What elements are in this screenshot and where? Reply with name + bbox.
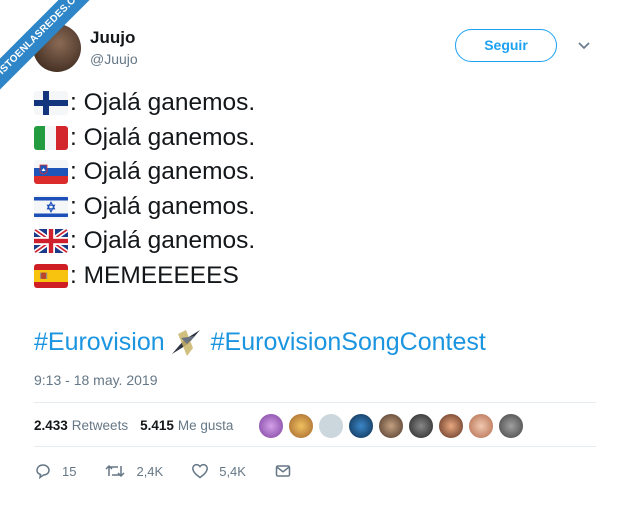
user-name[interactable]: Juujo	[90, 28, 135, 48]
message-button[interactable]	[274, 462, 302, 480]
heart-icon	[192, 463, 209, 479]
spain-flag-icon	[34, 263, 68, 288]
tweet-line-text: : Ojalá ganemos.	[70, 158, 256, 186]
tweet-line: : Ojalá ganemos.	[34, 86, 255, 121]
tweet-line: : Ojalá ganemos.	[34, 190, 255, 225]
follow-button[interactable]: Seguir	[455, 29, 557, 62]
liker-avatar[interactable]	[438, 413, 464, 439]
israel-flag-icon	[34, 194, 68, 219]
finland-flag-icon	[34, 91, 68, 116]
italy-flag-icon	[34, 125, 68, 150]
tweet-line-text: : Ojalá ganemos.	[70, 123, 256, 151]
tweet-line: : MEMEEEEES	[34, 259, 255, 294]
like-count: 5,4K	[219, 463, 246, 479]
tweet-line: : Ojalá ganemos.	[34, 121, 255, 156]
retweet-button[interactable]: 2,4K	[104, 462, 163, 480]
likes-label[interactable]: Me gusta	[178, 418, 234, 433]
chevron-down-icon[interactable]	[577, 38, 591, 52]
engagement-stats: 2.433 Retweets 5.415 Me gusta	[34, 418, 233, 433]
divider	[34, 402, 596, 403]
hashtags-row: #Eurovision #EurovisionSongContest	[34, 326, 486, 358]
united-kingdom-flag-icon	[34, 229, 68, 254]
retweets-label[interactable]: Retweets	[72, 418, 128, 433]
tweet-line: : Ojalá ganemos.	[34, 224, 255, 259]
action-bar: 15 2,4K 5,4K	[34, 462, 330, 480]
reply-icon	[36, 464, 50, 480]
retweet-icon	[105, 464, 125, 478]
liker-avatar[interactable]	[498, 413, 524, 439]
liker-avatar[interactable]	[318, 413, 344, 439]
tweet-line-text: : Ojalá ganemos.	[70, 192, 256, 220]
likes-count[interactable]: 5.415	[140, 418, 174, 433]
eurovision-heart-icon	[171, 330, 200, 356]
liker-avatar[interactable]	[348, 413, 374, 439]
liker-avatar[interactable]	[378, 413, 404, 439]
reply-count: 15	[62, 463, 77, 479]
tweet-line-text: : MEMEEEEES	[70, 261, 239, 289]
tweet-line: : Ojalá ganemos.	[34, 155, 255, 190]
envelope-icon	[275, 465, 291, 477]
liker-avatar[interactable]	[408, 413, 434, 439]
hashtag-eurovision[interactable]: #Eurovision	[34, 328, 165, 357]
retweets-count[interactable]: 2.433	[34, 418, 68, 433]
liker-avatar[interactable]	[258, 413, 284, 439]
reply-button[interactable]: 15	[34, 462, 76, 480]
retweet-count: 2,4K	[136, 463, 164, 479]
user-handle[interactable]: @Juujo	[90, 51, 138, 67]
liker-avatar[interactable]	[468, 413, 494, 439]
liker-avatar[interactable]	[288, 413, 314, 439]
slovenia-flag-icon	[34, 160, 68, 185]
tweet-timestamp[interactable]: 9:13 - 18 may. 2019	[34, 372, 157, 388]
liker-avatars	[258, 413, 528, 439]
divider	[34, 446, 596, 447]
hashtag-eurovision-song-contest[interactable]: #EurovisionSongContest	[211, 328, 486, 357]
tweet-text: : Ojalá ganemos. : Ojalá ganemos. : Ojal…	[34, 86, 255, 293]
tweet-line-text: : Ojalá ganemos.	[70, 227, 256, 255]
like-button[interactable]: 5,4K	[191, 462, 246, 480]
tweet-line-text: : Ojalá ganemos.	[70, 89, 256, 117]
